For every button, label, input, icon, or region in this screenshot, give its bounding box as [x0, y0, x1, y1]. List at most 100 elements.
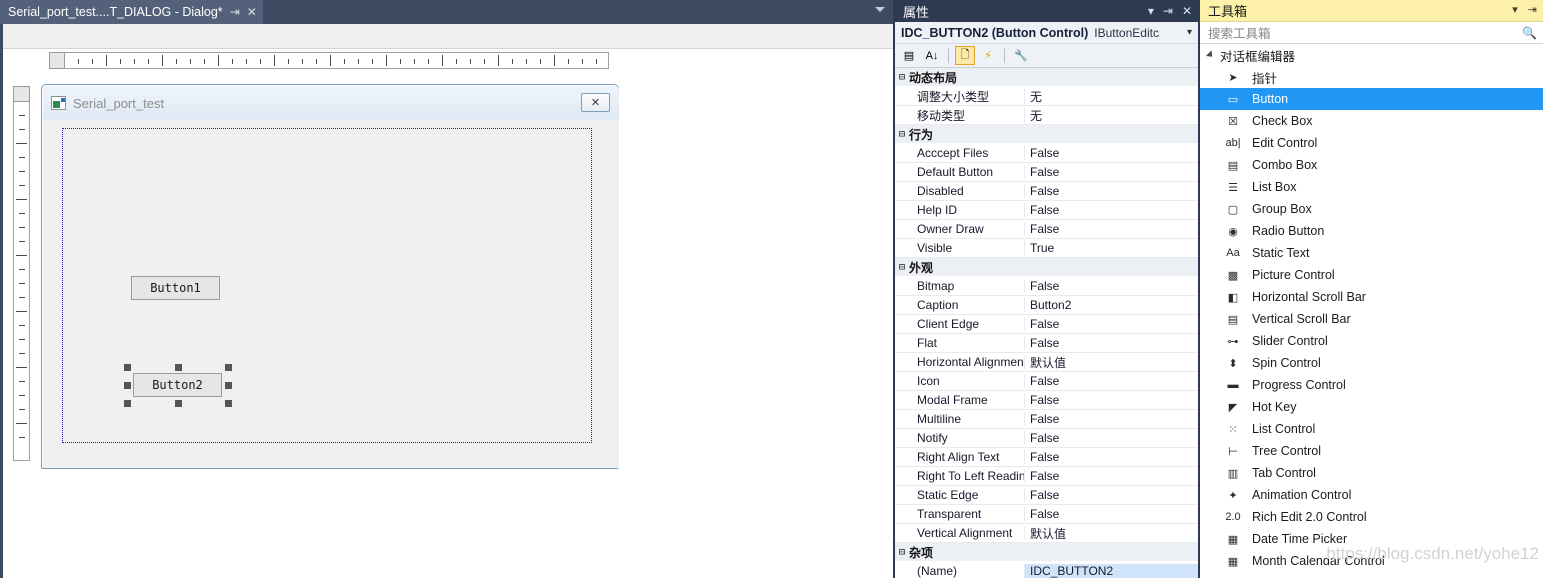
collapse-icon[interactable]: ⊟	[895, 72, 909, 83]
property-row[interactable]: Multiline False	[895, 410, 1198, 429]
property-row[interactable]: Caption Button2	[895, 296, 1198, 315]
toolbox-item-list-control[interactable]: ⁙ List Control	[1200, 418, 1543, 440]
chevron-down-icon[interactable]	[875, 7, 885, 12]
property-row[interactable]: (Name) IDC_BUTTON2	[895, 562, 1198, 578]
toolbox-item-check-box[interactable]: ☒ Check Box	[1200, 110, 1543, 132]
toolbox-pin-icon[interactable]: ⇥	[1528, 5, 1537, 16]
selection-handle[interactable]	[174, 400, 182, 407]
property-row[interactable]: Flat False	[895, 334, 1198, 353]
property-value[interactable]: 无	[1025, 88, 1198, 105]
property-value[interactable]: False	[1025, 393, 1198, 407]
collapse-icon[interactable]: ⊟	[895, 129, 909, 140]
ruler-horizontal[interactable]	[49, 52, 609, 69]
property-row[interactable]: Horizontal Alignment 默认值	[895, 353, 1198, 372]
toolbox-item-slider-control[interactable]: ⊶ Slider Control	[1200, 330, 1543, 352]
toolbox-item-tree-control[interactable]: ⊢ Tree Control	[1200, 440, 1543, 462]
selection-handle[interactable]	[225, 400, 232, 407]
design-button-1[interactable]: Button1	[131, 276, 220, 300]
property-row[interactable]: 移动类型无	[895, 106, 1198, 125]
properties-pin-icon[interactable]: ⇥	[1163, 5, 1173, 17]
properties-close-icon[interactable]: ✕	[1182, 5, 1192, 17]
properties-grid[interactable]: ⊟ 动态布局 调整大小类型无移动类型无 ⊟ 行为 Acccept Files False De…	[895, 68, 1198, 578]
property-row[interactable]: Vertical Alignment 默认值	[895, 524, 1198, 543]
toolbox-item-horizontal-scroll-bar[interactable]: ◧ Horizontal Scroll Bar	[1200, 286, 1543, 308]
collapse-icon[interactable]: ⊟	[895, 547, 909, 558]
property-value[interactable]: False	[1025, 184, 1198, 198]
property-value[interactable]: False	[1025, 279, 1198, 293]
property-row[interactable]: Right To Left Reading False	[895, 467, 1198, 486]
events-icon[interactable]: ⚡	[978, 46, 998, 65]
toolbox-item-rich-edit-2-0-control[interactable]: 2.0 Rich Edit 2.0 Control	[1200, 506, 1543, 528]
toolbox-item-tab-control[interactable]: ▥ Tab Control	[1200, 462, 1543, 484]
tab-close-icon[interactable]: ✕	[247, 6, 257, 18]
toolbox-item-edit-control[interactable]: ab| Edit Control	[1200, 132, 1543, 154]
chevron-down-icon[interactable]: ▾	[1183, 27, 1192, 38]
dialog-close-button[interactable]: ✕	[581, 93, 610, 112]
toolbox-item-progress-control[interactable]: ▬ Progress Control	[1200, 374, 1543, 396]
ruler-vertical[interactable]	[13, 86, 30, 461]
property-row[interactable]: Bitmap False	[895, 277, 1198, 296]
property-row[interactable]: Icon False	[895, 372, 1198, 391]
selection-handle[interactable]	[124, 364, 131, 371]
toolbox-item-animation-control[interactable]: ✦ Animation Control	[1200, 484, 1543, 506]
property-row[interactable]: Owner Draw False	[895, 220, 1198, 239]
property-value[interactable]: True	[1025, 241, 1198, 255]
property-value[interactable]: False	[1025, 374, 1198, 388]
collapse-icon[interactable]: ⊟	[895, 262, 909, 273]
property-row[interactable]: Acccept Files False	[895, 144, 1198, 163]
property-row[interactable]: Client Edge False	[895, 315, 1198, 334]
toolbox-item-month-calendar-control[interactable]: ▦ Month Calendar Control	[1200, 550, 1543, 572]
properties-dropdown-icon[interactable]: ▾	[1148, 5, 1154, 17]
property-value[interactable]: False	[1025, 203, 1198, 217]
property-row[interactable]: Visible True	[895, 239, 1198, 258]
categorized-view-icon[interactable]: ▤	[899, 46, 919, 65]
toolbox-item-hot-key[interactable]: ◤ Hot Key	[1200, 396, 1543, 418]
toolbox-item-list[interactable]: ➤ 指针 ▭ Button ☒ Check Box ab| Edit Control ▤ Comb…	[1200, 66, 1543, 572]
toolbox-item-[interactable]: ➤ 指针	[1200, 66, 1543, 88]
property-value[interactable]: 默认值	[1025, 354, 1198, 371]
dialog-preview[interactable]: Serial_port_test ✕ Button1 Button2	[41, 84, 619, 469]
search-icon[interactable]: 🔍	[1522, 26, 1539, 40]
ruler-vertical-thumb[interactable]	[13, 86, 30, 102]
property-value[interactable]: False	[1025, 412, 1198, 426]
property-row[interactable]: Modal Frame False	[895, 391, 1198, 410]
property-row[interactable]: 调整大小类型无	[895, 87, 1198, 106]
property-value[interactable]: IDC_BUTTON2	[1025, 564, 1198, 578]
expander-icon[interactable]	[1205, 50, 1216, 60]
selection-handle[interactable]	[174, 364, 182, 371]
tab-pin-icon[interactable]: ⇥	[230, 6, 240, 18]
dialog-client-area[interactable]: Button1 Button2	[43, 120, 619, 468]
toolbox-group-dialog-editor[interactable]: 对话框编辑器	[1200, 44, 1543, 66]
property-pages-icon[interactable]: 🗋	[955, 46, 975, 65]
property-value[interactable]: False	[1025, 222, 1198, 236]
property-value[interactable]: False	[1025, 165, 1198, 179]
property-value[interactable]: False	[1025, 336, 1198, 350]
property-category[interactable]: ⊟ 杂项	[895, 543, 1198, 562]
property-value[interactable]: False	[1025, 507, 1198, 521]
property-value[interactable]: False	[1025, 431, 1198, 445]
toolbox-search-box[interactable]: 搜索工具箱 🔍	[1200, 22, 1543, 44]
toolbox-item-group-box[interactable]: ▢ Group Box	[1200, 198, 1543, 220]
toolbox-item-picture-control[interactable]: ▩ Picture Control	[1200, 264, 1543, 286]
property-value[interactable]: False	[1025, 469, 1198, 483]
toolbox-item-date-time-picker[interactable]: ▦ Date Time Picker	[1200, 528, 1543, 550]
property-row[interactable]: Help ID False	[895, 201, 1198, 220]
property-row[interactable]: Static Edge False	[895, 486, 1198, 505]
toolbox-item-combo-box[interactable]: ▤ Combo Box	[1200, 154, 1543, 176]
property-category[interactable]: ⊟ 行为	[895, 125, 1198, 144]
property-value[interactable]: False	[1025, 146, 1198, 160]
properties-object-selector[interactable]: IDC_BUTTON2 (Button Control) IButtonEdit…	[895, 22, 1198, 44]
dialog-designer-surface[interactable]: Serial_port_test ✕ Button1 Button2	[0, 24, 893, 578]
selection-handle[interactable]	[225, 382, 232, 389]
property-value[interactable]: False	[1025, 450, 1198, 464]
property-value[interactable]: False	[1025, 317, 1198, 331]
selection-handle[interactable]	[124, 382, 131, 389]
wrench-icon[interactable]: 🔧	[1011, 46, 1031, 65]
property-value[interactable]: Button2	[1025, 298, 1198, 312]
toolbox-item-vertical-scroll-bar[interactable]: ▤ Vertical Scroll Bar	[1200, 308, 1543, 330]
property-row[interactable]: Right Align Text False	[895, 448, 1198, 467]
toolbox-item-list-box[interactable]: ☰ List Box	[1200, 176, 1543, 198]
property-value[interactable]: 默认值	[1025, 525, 1198, 542]
toolbox-dropdown-icon[interactable]: ▾	[1512, 5, 1518, 16]
property-category[interactable]: ⊟ 动态布局	[895, 68, 1198, 87]
